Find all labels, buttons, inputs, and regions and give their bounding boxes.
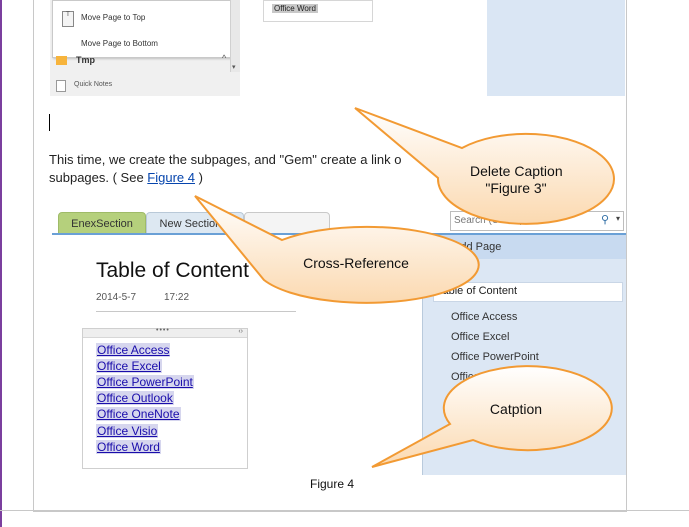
resize-arrows-icon[interactable]: ‹› — [238, 328, 243, 335]
toc-link-office-word[interactable]: Office Word — [272, 4, 318, 13]
scrollbar[interactable]: ▾ — [230, 0, 240, 72]
page-list-pane: Add Page Table of Content Office Access … — [422, 235, 626, 475]
add-page-button[interactable]: Add Page — [423, 235, 626, 259]
page-item-current[interactable]: Table of Content — [433, 282, 623, 302]
paragraph-text: This time, we create the subpages, and "… — [49, 152, 402, 167]
search-icon[interactable]: ⚲ — [601, 213, 609, 226]
page-bottom-rule — [0, 510, 689, 511]
window-left-border — [0, 0, 2, 527]
subpage-item[interactable]: Office PowerPoint — [451, 351, 539, 363]
subpage-item[interactable]: Office Excel — [451, 331, 510, 343]
notebook-icon — [56, 80, 66, 92]
toc-link[interactable]: Office Access — [96, 343, 171, 357]
context-menu: T Move Page to Top Move Page to Bottom — [52, 0, 232, 58]
toc-link[interactable]: Office OneNote — [96, 407, 181, 421]
menu-item-move-bottom[interactable]: Move Page to Bottom — [81, 39, 158, 48]
section-tmp[interactable]: Tmp ^ — [54, 53, 230, 69]
chevron-up-icon[interactable]: ^ — [222, 53, 226, 63]
toc-box-fragment: Office Word — [263, 0, 373, 22]
add-page-label: Add Page — [453, 241, 502, 253]
container-handle[interactable]: •••• ‹› — [83, 327, 247, 338]
text-cursor — [49, 114, 50, 131]
search-input[interactable]: Search (Ctrl+E) ⚲ ▾ — [450, 211, 624, 231]
chevron-down-icon[interactable]: ▾ — [616, 214, 620, 223]
subpage-item[interactable]: Office Access — [451, 311, 517, 323]
paragraph-line2-end: ) — [195, 170, 203, 185]
section-tabbar: EnexSection New Section 3 Search (Ctrl+E… — [52, 208, 626, 236]
section-color-swatch — [56, 56, 67, 65]
callout-line: Delete Caption — [470, 163, 563, 179]
callout-cross-reference-text: Cross-Reference — [303, 255, 409, 271]
callout-line: "Figure 3" — [485, 180, 547, 196]
toc-link[interactable]: Office Excel — [96, 359, 162, 373]
page-time: 17:22 — [164, 292, 190, 303]
page-title[interactable]: Table of Content — [96, 259, 249, 283]
scroll-down-icon[interactable]: ▾ — [232, 63, 236, 71]
section-label: Tmp — [76, 55, 95, 65]
quick-notes-label: Quick Notes — [74, 81, 113, 88]
toc-link[interactable]: Office PowerPoint — [96, 375, 194, 389]
subpage-item[interactable]: Office Outlook — [451, 371, 521, 383]
page-date: 2014-5-7 — [96, 292, 137, 303]
subpage-item[interactable]: Of — [451, 391, 463, 403]
callout-caption-text: Catption — [489, 401, 543, 417]
toc-link[interactable]: Office Word — [96, 440, 161, 454]
figure4-screenshot: EnexSection New Section 3 Search (Ctrl+E… — [52, 208, 626, 475]
tab-new-section-3[interactable]: New Section 3 — [146, 212, 244, 235]
page-pane-fragment — [487, 0, 625, 96]
page-item-label: Table of Content — [437, 285, 518, 297]
callout-delete-caption-text: Delete Caption "Figure 3" — [470, 163, 563, 197]
paragraph-text-tail: he — [579, 152, 594, 167]
toc-link[interactable]: Office Visio — [96, 424, 159, 438]
paragraph-line2: subpages. ( See — [49, 170, 148, 185]
drag-handle-icon[interactable]: •••• — [156, 327, 170, 334]
figure3-screenshot: T Move Page to Top Move Page to Bottom ▾… — [50, 0, 625, 96]
menu-item-move-top[interactable]: Move Page to Top — [81, 13, 145, 22]
page-icon: T — [62, 11, 74, 27]
toc-link[interactable]: Office Outlook — [96, 391, 174, 405]
figure-caption: Figure 4 — [310, 477, 355, 491]
title-divider — [96, 311, 296, 312]
toc-container[interactable]: •••• ‹› Office Access Office Excel Offic… — [82, 327, 248, 469]
figure-reference-link[interactable]: Figure 4 — [147, 170, 195, 185]
search-placeholder: Search (Ctrl+E) — [454, 215, 524, 226]
